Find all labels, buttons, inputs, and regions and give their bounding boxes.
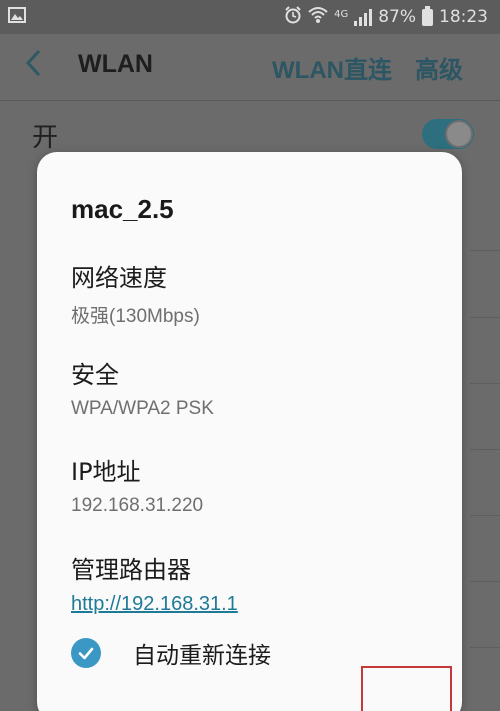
ip-label: IP地址 <box>71 458 141 486</box>
speed-label: 网络速度 <box>71 264 167 292</box>
auto-reconnect-label: 自动重新连接 <box>133 643 271 669</box>
wlan-toggle[interactable] <box>422 119 474 149</box>
list-divider <box>470 581 500 582</box>
clock: 18:23 <box>439 7 488 27</box>
wlan-direct-button[interactable]: WLAN直连 <box>272 50 392 85</box>
status-bar: 4G 87% 18:23 <box>0 0 500 34</box>
wifi-icon <box>308 6 328 28</box>
router-link[interactable]: http://192.168.31.1 <box>71 593 238 616</box>
auto-reconnect-row[interactable]: 自动重新连接 <box>71 636 271 670</box>
check-icon <box>78 647 94 660</box>
highlight-box <box>361 666 452 711</box>
list-divider <box>470 449 500 450</box>
router-label: 管理路由器 <box>71 556 191 584</box>
speed-field: 网络速度 极强(130Mbps) <box>71 258 200 328</box>
list-divider <box>470 647 500 648</box>
list-divider <box>470 383 500 384</box>
ip-field: IP地址 192.168.31.220 <box>71 452 203 517</box>
network-name: mac_2.5 <box>71 194 174 224</box>
back-button[interactable] <box>24 48 56 84</box>
list-divider <box>470 515 500 516</box>
list-divider <box>470 317 500 318</box>
ip-value: 192.168.31.220 <box>71 495 204 516</box>
security-field: 安全 WPA/WPA2 PSK <box>71 355 214 420</box>
switch-label: 开 <box>32 123 59 153</box>
alarm-icon <box>284 6 302 28</box>
chevron-left-icon <box>25 49 41 77</box>
speed-value: 极强(130Mbps) <box>71 306 200 327</box>
network-details-dialog: mac_2.5 网络速度 极强(130Mbps) 安全 WPA/WPA2 PSK… <box>37 152 462 711</box>
advanced-button[interactable]: 高级 <box>415 50 463 85</box>
auto-reconnect-checkbox[interactable] <box>71 638 101 668</box>
battery-percent: 87% <box>378 7 416 27</box>
image-icon <box>8 7 26 27</box>
toggle-knob <box>445 120 473 148</box>
network-type: 4G <box>334 8 349 20</box>
list-divider <box>470 250 500 251</box>
app-bar: WLAN WLAN直连 高级 <box>0 34 500 100</box>
page-title: WLAN <box>78 50 153 78</box>
router-field: 管理路由器 http://192.168.31.1 <box>71 550 238 616</box>
signal-icon <box>354 8 373 26</box>
battery-icon <box>422 5 433 26</box>
security-label: 安全 <box>71 361 119 389</box>
security-value: WPA/WPA2 PSK <box>71 398 214 419</box>
